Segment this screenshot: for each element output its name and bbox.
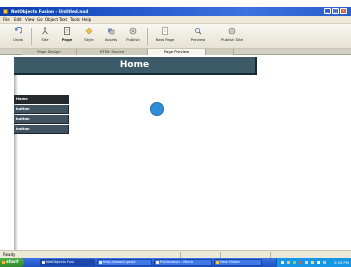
taskbar-item-new-folder[interactable]: New Folder [214, 259, 262, 266]
tray-icon[interactable] [281, 261, 284, 264]
nav-button-label: Home [16, 97, 28, 101]
page-title: Home [119, 60, 150, 70]
style-icon [85, 27, 93, 35]
status-bar: Ready [0, 250, 351, 258]
toolbar-separator [147, 28, 148, 45]
publish-site-icon [228, 27, 236, 35]
taskbar-item-publication[interactable]: Publication - Micro [154, 259, 212, 266]
preview-button[interactable]: Preview [187, 26, 209, 47]
windows-logo-icon [2, 261, 5, 264]
nav-button-label: button [16, 127, 30, 131]
system-tray: 3:34 PM [276, 258, 351, 267]
minimize-button[interactable]: _ [324, 8, 331, 14]
taskbar: start NetObjects Fusi http://www2.geoX P… [0, 258, 351, 267]
menu-file[interactable]: File [3, 17, 10, 23]
navigation-bar: Home button button button [14, 95, 69, 135]
tray-icon[interactable] [287, 261, 290, 264]
undo-icon [14, 27, 22, 34]
start-label: start [6, 260, 19, 265]
publish-label: Publish [126, 37, 140, 42]
tray-icon[interactable] [305, 261, 308, 264]
nav-button-label: button [16, 117, 30, 121]
app-icon [3, 9, 8, 14]
nav-button-home[interactable]: Home [14, 95, 69, 104]
toolbar: Undo Site Page Style Assets Publish New … [0, 24, 351, 49]
blue-circle-graphic[interactable] [150, 102, 164, 116]
new-page-label: New Page [155, 37, 175, 42]
page-canvas[interactable] [0, 55, 351, 251]
undo-label: Undo [13, 37, 23, 42]
site-icon [42, 27, 48, 35]
menu-edit[interactable]: Edit [14, 17, 22, 23]
taskbar-item-label: http://www2.geoX [103, 260, 136, 264]
menu-bar: File Edit View Go Object Text Tools Help [0, 16, 351, 24]
tray-icon[interactable] [323, 261, 326, 264]
menu-text[interactable]: Text [59, 17, 67, 23]
clock[interactable]: 3:34 PM [334, 258, 349, 267]
new-page-icon [162, 27, 168, 35]
menu-view[interactable]: View [25, 17, 35, 23]
app-icon [42, 261, 45, 264]
tray-icon[interactable] [311, 261, 314, 264]
nav-button-label: button [16, 107, 30, 111]
taskbar-item-label: Publication - Micro [160, 260, 193, 264]
window-title-bar[interactable]: NetObjects Fusion - Untitled.nod _ □ × [0, 7, 351, 16]
taskbar-item-label: New Folder [220, 260, 241, 264]
start-button[interactable]: start [0, 258, 24, 267]
browser-icon [99, 261, 102, 264]
taskbar-item-browser[interactable]: http://www2.geoX [97, 259, 152, 266]
close-button[interactable]: × [340, 8, 347, 14]
taskbar-item-netobjects[interactable]: NetObjects Fusi [40, 259, 95, 266]
publish-button[interactable]: Publish [122, 26, 144, 47]
nav-button[interactable]: button [14, 105, 69, 114]
menu-help[interactable]: Help [82, 17, 91, 23]
undo-button[interactable]: Undo [7, 26, 29, 47]
tray-icon[interactable] [293, 261, 296, 264]
maximize-button[interactable]: □ [332, 8, 339, 14]
menu-object[interactable]: Object [45, 17, 58, 23]
tray-icon[interactable] [317, 261, 320, 264]
document-icon [156, 261, 159, 264]
assets-icon [108, 28, 115, 35]
menu-go[interactable]: Go [37, 17, 43, 23]
folder-icon [216, 261, 219, 264]
nav-button[interactable]: button [14, 125, 69, 134]
taskbar-item-label: NetObjects Fusi [46, 260, 75, 264]
menu-tools[interactable]: Tools [70, 17, 80, 23]
publish-site-label: Publish Site [220, 37, 244, 42]
preview-label: Preview [190, 37, 206, 42]
publish-site-button[interactable]: Publish Site [221, 26, 243, 47]
page-header-banner: Home [14, 57, 257, 75]
tray-icon[interactable] [299, 261, 302, 264]
window-title: NetObjects Fusion - Untitled.nod [11, 9, 89, 14]
nav-button[interactable]: button [14, 115, 69, 124]
publish-icon [129, 27, 137, 35]
page-icon [64, 27, 70, 35]
preview-icon [194, 27, 202, 35]
new-page-button[interactable]: New Page [154, 26, 176, 47]
